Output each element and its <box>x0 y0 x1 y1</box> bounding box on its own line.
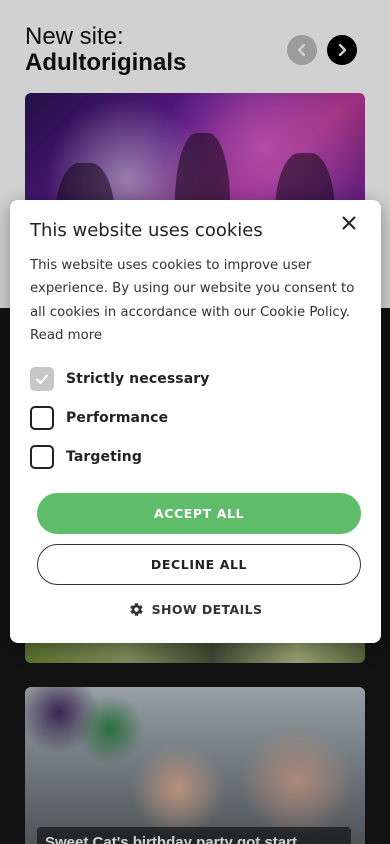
performance-label[interactable]: Performance <box>66 410 168 426</box>
gear-icon <box>129 602 143 616</box>
dialog-title: This website uses cookies <box>30 220 263 241</box>
close-icon <box>342 216 356 230</box>
accept-all-button[interactable]: ACCEPT ALL <box>37 493 361 534</box>
cookie-consent-dialog: This website uses cookies This website u… <box>10 200 381 643</box>
close-button[interactable] <box>336 210 362 236</box>
targeting-label[interactable]: Targeting <box>66 449 142 465</box>
dialog-body-text: This website uses cookies to improve use… <box>30 258 355 320</box>
dialog-description: This website uses cookies to improve use… <box>30 254 360 347</box>
option-performance[interactable]: Performance <box>30 406 168 430</box>
strictly-necessary-label: Strictly necessary <box>66 371 210 387</box>
option-targeting[interactable]: Targeting <box>30 445 142 469</box>
checkmark-icon <box>35 374 49 385</box>
show-details-label: SHOW DETAILS <box>151 601 263 617</box>
option-strictly-necessary: Strictly necessary <box>30 367 209 391</box>
read-more-link[interactable]: Read more <box>30 328 102 343</box>
show-details-button[interactable]: SHOW DETAILS <box>10 598 381 620</box>
decline-all-button[interactable]: DECLINE ALL <box>37 544 361 585</box>
targeting-checkbox[interactable] <box>30 445 54 469</box>
performance-checkbox[interactable] <box>30 406 54 430</box>
strictly-necessary-checkbox <box>30 367 54 391</box>
